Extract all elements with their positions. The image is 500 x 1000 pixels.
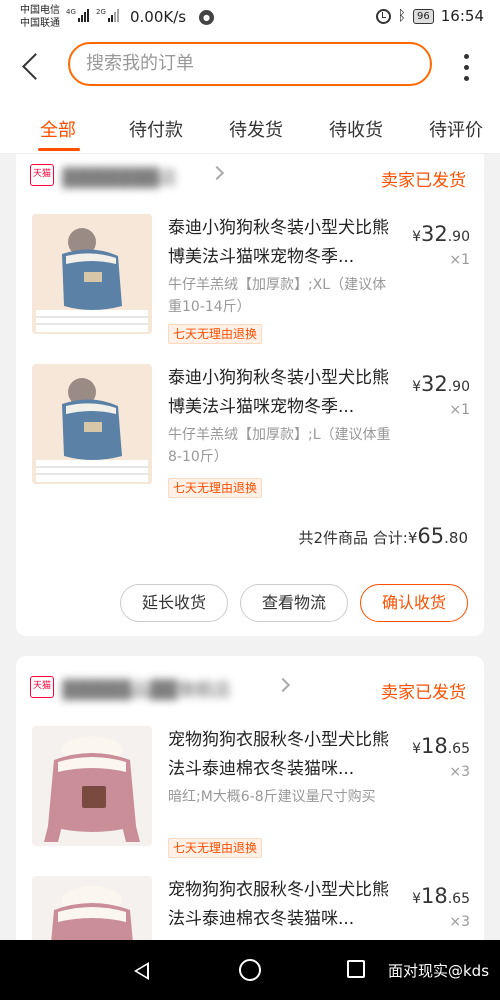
tmall-icon: 天猫 <box>30 676 54 698</box>
dog-coat-image <box>32 726 152 846</box>
order-card: 天猫 ▓▓▓▓▓▓▓店 卖家已发货 泰迪小狗狗秋冬装小型犬比熊博美法斗猫咪宠物冬… <box>16 154 484 636</box>
chevron-right-icon <box>209 165 225 181</box>
chevron-right-icon <box>275 677 291 693</box>
product-title[interactable]: 宠物狗狗衣服秋冬小型犬比熊法斗泰迪棉衣冬装猫咪... <box>168 876 400 934</box>
search-input[interactable]: 搜索我的订单 <box>68 42 432 86</box>
product-sku: 牛仔羊羔绒【加厚款】;XL（建议体重10-14斤） <box>168 277 387 315</box>
product-price: ¥18.65 <box>412 884 470 908</box>
carrier-info: 中国电信 中国联通 <box>20 4 60 30</box>
store-header[interactable]: 天猫 ▓▓▓▓▓▓▓店 卖家已发货 <box>16 154 484 200</box>
item-count: 共2件商品 <box>298 529 369 547</box>
order-card: 天猫 ▓▓▓▓▓品▓▓旗舰店 卖家已发货 宠物狗狗衣服秋冬小型犬比熊法斗泰迪棉衣… <box>16 656 484 956</box>
product-sku: 牛仔羊羔绒【加厚款】;L（建议体重8-10斤） <box>168 427 391 465</box>
network-speed: 0.00K/s <box>130 8 187 26</box>
order-status: 卖家已发货 <box>381 171 466 191</box>
battery-icon: 96 <box>413 8 434 24</box>
product-thumbnail[interactable] <box>32 364 152 484</box>
network-tag-2: 2G <box>96 8 106 16</box>
return-policy-badge: 七天无理由退换 <box>168 838 263 858</box>
order-tabs: 全部 待付款 待发货 待收货 待评价 <box>0 104 500 154</box>
nav-recent-apps-icon[interactable] <box>347 960 365 978</box>
dog-coat-image <box>32 364 152 484</box>
store-name[interactable]: ▓▓▓▓▓品▓▓旗舰店 <box>62 676 231 702</box>
back-icon[interactable] <box>16 50 48 84</box>
total-amount: 65 <box>417 524 445 548</box>
tab-pending-payment[interactable]: 待付款 <box>129 116 183 142</box>
order-item[interactable]: 泰迪小狗狗秋冬装小型犬比熊博美法斗猫咪宠物冬季... 牛仔羊羔绒【加厚款】;XL… <box>16 214 484 354</box>
dog-coat-image <box>32 214 152 334</box>
return-policy-badge: 七天无理由退换 <box>168 478 263 498</box>
carrier-1: 中国电信 <box>20 5 60 16</box>
network-tag-1: 4G <box>66 8 76 16</box>
product-sku: 暗红;M大概6-8斤建议量尺寸购买 <box>168 789 376 805</box>
confirm-receipt-button[interactable]: 确认收货 <box>360 584 468 622</box>
product-quantity: ×1 <box>449 252 470 268</box>
product-price: ¥32.90 <box>412 222 470 246</box>
record-icon: ● <box>199 10 214 25</box>
total-label: 合计: <box>372 529 408 547</box>
signal-icon-2: 2G <box>96 8 119 22</box>
return-policy-badge: 七天无理由退换 <box>168 324 263 344</box>
watermark: 面对现实@kds <box>388 962 490 980</box>
carrier-2: 中国联通 <box>20 18 60 29</box>
system-navigation-bar: 面对现实@kds <box>0 940 500 1000</box>
view-logistics-button[interactable]: 查看物流 <box>240 584 348 622</box>
product-title[interactable]: 泰迪小狗狗秋冬装小型犬比熊博美法斗猫咪宠物冬季... <box>168 214 400 272</box>
store-name[interactable]: ▓▓▓▓▓▓▓店 <box>62 164 177 190</box>
more-options-icon[interactable] <box>458 54 474 84</box>
product-thumbnail[interactable] <box>32 726 152 846</box>
product-price: ¥32.90 <box>412 372 470 396</box>
order-item[interactable]: 宠物狗狗衣服秋冬小型犬比熊法斗泰迪棉衣冬装猫咪... 暗红;M大概6-8斤建议量… <box>16 726 484 866</box>
store-header[interactable]: 天猫 ▓▓▓▓▓品▓▓旗舰店 卖家已发货 <box>16 656 484 703</box>
order-summary: 共2件商品 合计:¥65.80 <box>298 524 468 548</box>
tab-pending-review[interactable]: 待评价 <box>429 116 483 142</box>
product-title[interactable]: 宠物狗狗衣服秋冬小型犬比熊法斗泰迪棉衣冬装猫咪... <box>168 726 400 784</box>
product-title[interactable]: 泰迪小狗狗秋冬装小型犬比熊博美法斗猫咪宠物冬季... <box>168 364 400 422</box>
nav-home-icon[interactable] <box>239 959 261 981</box>
tab-pending-receipt[interactable]: 待收货 <box>329 116 383 142</box>
header: 搜索我的订单 <box>0 36 500 104</box>
order-status: 卖家已发货 <box>381 683 466 703</box>
status-bar: 中国电信 中国联通 4G 2G 0.00K/s ● ᛒ 96 16:54 <box>0 0 500 36</box>
nav-back-icon[interactable] <box>134 962 149 980</box>
product-thumbnail[interactable] <box>32 214 152 334</box>
tmall-icon: 天猫 <box>30 164 54 186</box>
clock: 16:54 <box>440 7 484 25</box>
product-price: ¥18.65 <box>412 734 470 758</box>
tab-all[interactable]: 全部 <box>40 116 76 142</box>
active-tab-indicator <box>38 148 80 151</box>
product-quantity: ×3 <box>449 764 470 780</box>
alarm-icon <box>375 8 391 24</box>
product-quantity: ×3 <box>449 914 470 930</box>
signal-icon-1: 4G <box>66 8 89 22</box>
bluetooth-icon: ᛒ <box>397 8 407 24</box>
order-item[interactable]: 泰迪小狗狗秋冬装小型犬比熊博美法斗猫咪宠物冬季... 牛仔羊羔绒【加厚款】;L（… <box>16 364 484 504</box>
product-quantity: ×1 <box>449 402 470 418</box>
extend-receipt-button[interactable]: 延长收货 <box>120 584 228 622</box>
tab-pending-shipment[interactable]: 待发货 <box>229 116 283 142</box>
